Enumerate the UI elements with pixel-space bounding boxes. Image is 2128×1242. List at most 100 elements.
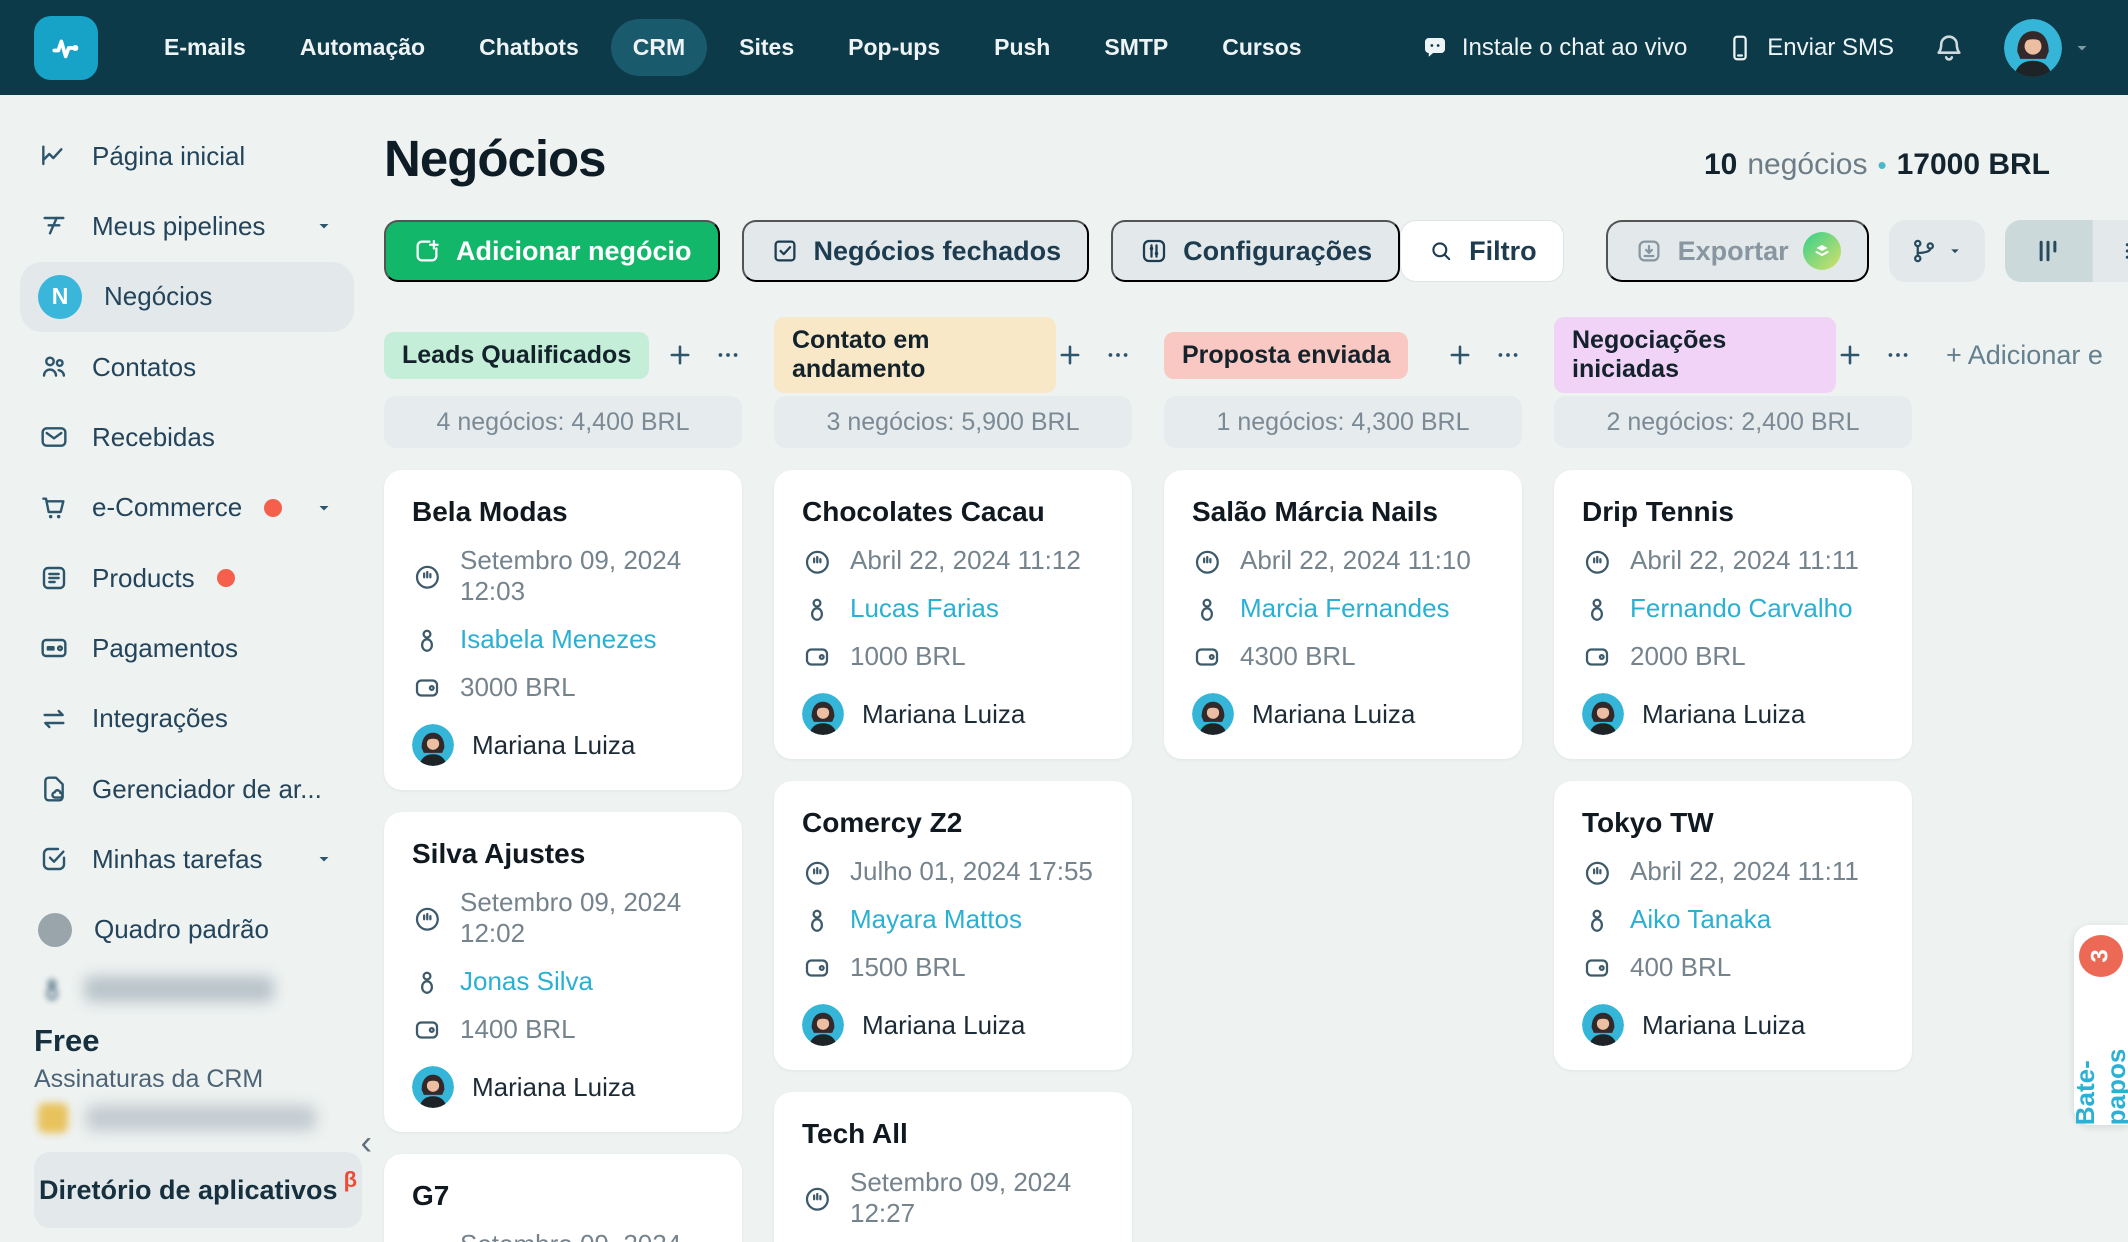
sidebar-item-recebidas[interactable]: Recebidas bbox=[20, 402, 354, 472]
deal-amount: 4300 BRL bbox=[1240, 641, 1356, 672]
sidebar-item-minhas-tarefas[interactable]: Minhas tarefas bbox=[20, 824, 354, 894]
deal-contact-link[interactable]: Aiko Tanaka bbox=[1630, 904, 1771, 935]
sidebar-item-meus-pipelines[interactable]: Meus pipelines bbox=[20, 191, 354, 261]
sidebar-item-pagamentos[interactable]: Pagamentos bbox=[20, 613, 354, 683]
sidebar-item-label: Minhas tarefas bbox=[92, 844, 263, 875]
notifications-bell-icon[interactable] bbox=[1932, 31, 1966, 65]
deal-title: Drip Tennis bbox=[1582, 496, 1884, 528]
sidebar-footer: Free Assinaturas da CRM Diretório de apl… bbox=[20, 965, 354, 1228]
sidebar-item-gerenciador-arquivos[interactable]: Gerenciador de ar... bbox=[20, 754, 354, 824]
sidebar-item-label: Pagamentos bbox=[92, 633, 238, 664]
deal-owner: Mariana Luiza bbox=[862, 699, 1025, 730]
settings-button[interactable]: Configurações bbox=[1111, 220, 1400, 282]
deal-contact-link[interactable]: Jonas Silva bbox=[460, 966, 593, 997]
chat-bubble-icon bbox=[1420, 33, 1450, 63]
nav-item-smtp[interactable]: SMTP bbox=[1082, 19, 1190, 76]
user-menu[interactable] bbox=[2004, 19, 2094, 77]
person-icon bbox=[38, 975, 66, 1003]
plus-icon bbox=[1836, 341, 1864, 369]
install-live-chat-label: Instale o chat ao vivo bbox=[1462, 34, 1687, 62]
sidebar-collapse-chevron[interactable]: ‹ bbox=[361, 1126, 372, 1160]
add-deal-to-stage-button[interactable] bbox=[1056, 341, 1084, 369]
cart-icon bbox=[38, 492, 70, 524]
install-live-chat-link[interactable]: Instale o chat ao vivo bbox=[1420, 33, 1687, 63]
top-navigation: E-mails Automação Chatbots CRM Sites Pop… bbox=[0, 0, 2128, 95]
stage-pill[interactable]: Contato em andamento bbox=[774, 317, 1056, 393]
list-view-button[interactable] bbox=[2093, 220, 2128, 282]
deal-owner: Mariana Luiza bbox=[1642, 1010, 1805, 1041]
deal-contact-link[interactable]: Mayara Mattos bbox=[850, 904, 1022, 935]
separator-dot: • bbox=[1877, 150, 1886, 181]
sidebar-item-negocios[interactable]: N Negócios bbox=[20, 262, 354, 332]
deal-title: Salão Márcia Nails bbox=[1192, 496, 1494, 528]
filter-button[interactable]: Filtro bbox=[1400, 220, 1564, 282]
stage-pill[interactable]: Proposta enviada bbox=[1164, 332, 1408, 379]
nav-item-push[interactable]: Push bbox=[972, 19, 1072, 76]
sidebar-item-label: Página inicial bbox=[92, 141, 245, 172]
app-logo[interactable] bbox=[34, 16, 98, 80]
deal-contact-link[interactable]: Fernando Carvalho bbox=[1630, 593, 1853, 624]
deal-contact-link[interactable]: Marcia Fernandes bbox=[1240, 593, 1450, 624]
stage-pill[interactable]: Negociações iniciadas bbox=[1554, 317, 1836, 393]
deal-card[interactable]: G7 Setembro 09, 2024 12:29 Gabriel Mille… bbox=[384, 1154, 742, 1242]
sidebar-item-integracoes[interactable]: Integrações bbox=[20, 684, 354, 754]
add-stage-button[interactable]: + Adicionar e bbox=[1946, 332, 2103, 371]
sidebar-item-label: Products bbox=[92, 563, 195, 594]
plus-icon bbox=[1056, 341, 1084, 369]
deal-card[interactable]: Chocolates Cacau Abril 22, 2024 11:12 Lu… bbox=[774, 470, 1132, 759]
deal-card[interactable]: Silva Ajustes Setembro 09, 2024 12:02 Jo… bbox=[384, 812, 742, 1132]
nav-item-sites[interactable]: Sites bbox=[717, 19, 816, 76]
deal-card[interactable]: Comercy Z2 Julho 01, 2024 17:55 Mayara M… bbox=[774, 781, 1132, 1070]
stage-summary: 3 negócios: 5,900 BRL bbox=[774, 396, 1132, 448]
deals-summary: 10 negócios • 17000 BRL bbox=[1704, 148, 2050, 188]
nav-item-cursos[interactable]: Cursos bbox=[1200, 19, 1323, 76]
deal-title: Tokyo TW bbox=[1582, 807, 1884, 839]
nav-item-automacao[interactable]: Automação bbox=[278, 19, 447, 76]
sidebar-item-ecommerce[interactable]: e-Commerce bbox=[20, 473, 354, 543]
list-icon bbox=[2121, 236, 2128, 266]
stage-pill[interactable]: Leads Qualificados bbox=[384, 332, 649, 379]
kanban-board: Leads Qualificados 4 negócios: 4,400 BRL… bbox=[384, 332, 2050, 1242]
deal-card[interactable]: Tech All Setembro 09, 2024 12:27 Juliana… bbox=[774, 1092, 1132, 1242]
nav-item-chatbots[interactable]: Chatbots bbox=[457, 19, 601, 76]
add-deal-to-stage-button[interactable] bbox=[1836, 341, 1864, 369]
deal-contact-link[interactable]: Lucas Farias bbox=[850, 593, 999, 624]
deal-card[interactable]: Tokyo TW Abril 22, 2024 11:11 Aiko Tanak… bbox=[1554, 781, 1912, 1070]
add-deal-button[interactable]: Adicionar negócio bbox=[384, 220, 720, 282]
stage-menu-button[interactable] bbox=[1884, 341, 1912, 369]
filter-label: Filtro bbox=[1469, 236, 1537, 267]
deal-card[interactable]: Drip Tennis Abril 22, 2024 11:11 Fernand… bbox=[1554, 470, 1912, 759]
sidebar-item-label: e-Commerce bbox=[92, 492, 242, 523]
deal-date-icon bbox=[802, 1183, 832, 1213]
sidebar-item-contatos[interactable]: Contatos bbox=[20, 332, 354, 402]
send-sms-link[interactable]: Enviar SMS bbox=[1725, 33, 1894, 63]
chats-widget-tab[interactable]: 3 Bate-papos bbox=[2074, 925, 2128, 1125]
file-manager-icon bbox=[38, 773, 70, 805]
export-button[interactable]: Exportar bbox=[1606, 220, 1869, 282]
stage-menu-button[interactable] bbox=[1104, 341, 1132, 369]
add-deal-to-stage-button[interactable] bbox=[666, 341, 694, 369]
deal-card[interactable]: Salão Márcia Nails Abril 22, 2024 11:10 … bbox=[1164, 470, 1522, 759]
kanban-view-button[interactable] bbox=[2005, 220, 2093, 282]
wallet-icon bbox=[1582, 953, 1612, 983]
beta-mark: β bbox=[344, 1167, 357, 1193]
app-directory-button[interactable]: Diretório de aplicativos β bbox=[34, 1152, 362, 1228]
add-deal-to-stage-button[interactable] bbox=[1446, 341, 1474, 369]
deal-title: Tech All bbox=[802, 1118, 1104, 1150]
closed-deals-button[interactable]: Negócios fechados bbox=[742, 220, 1090, 282]
add-deal-icon bbox=[412, 236, 442, 266]
automation-flow-button[interactable] bbox=[1889, 220, 1985, 282]
deal-contact-link[interactable]: Isabela Menezes bbox=[460, 624, 657, 655]
stage-menu-button[interactable] bbox=[714, 341, 742, 369]
sidebar-item-pagina-inicial[interactable]: Página inicial bbox=[20, 121, 354, 191]
deal-date-icon bbox=[802, 546, 832, 576]
stage-menu-button[interactable] bbox=[1494, 341, 1522, 369]
nav-item-emails[interactable]: E-mails bbox=[142, 19, 268, 76]
sidebar-item-quadro-padrao[interactable]: Quadro padrão bbox=[20, 895, 354, 965]
inbox-mail-icon bbox=[38, 421, 70, 453]
nav-item-popups[interactable]: Pop-ups bbox=[826, 19, 962, 76]
sidebar-item-products[interactable]: Products bbox=[20, 543, 354, 613]
deal-card[interactable]: Bela Modas Setembro 09, 2024 12:03 Isabe… bbox=[384, 470, 742, 790]
export-label: Exportar bbox=[1678, 236, 1789, 267]
nav-item-crm[interactable]: CRM bbox=[611, 19, 707, 76]
